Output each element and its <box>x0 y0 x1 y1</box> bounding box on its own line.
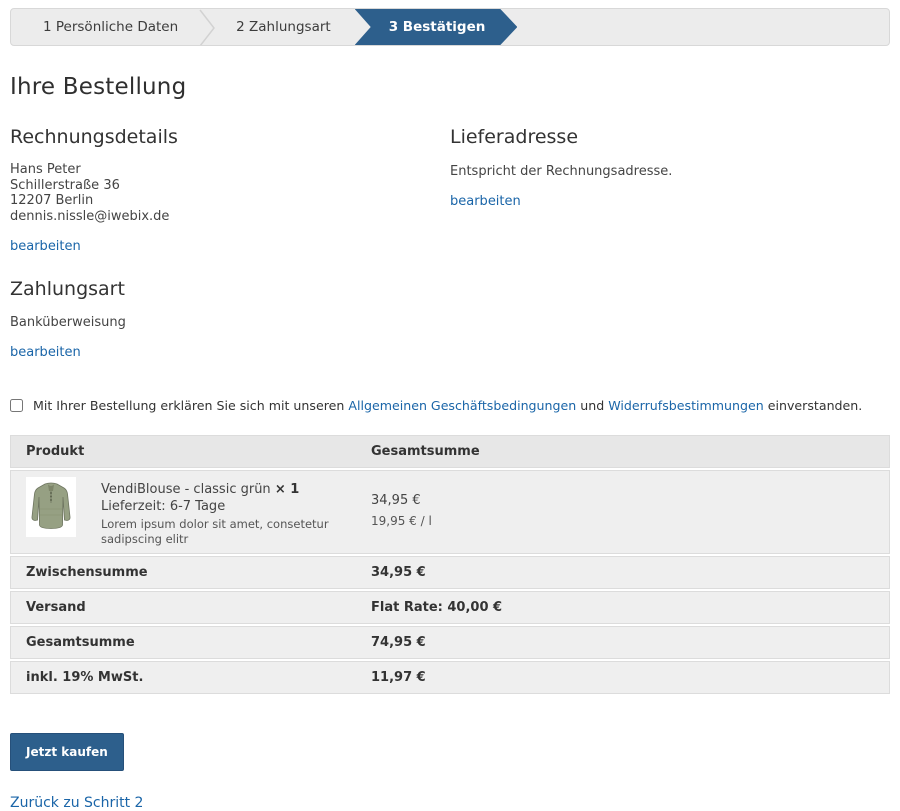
vat-label: inkl. 19% MwSt. <box>11 662 371 693</box>
terms-row: Mit Ihrer Bestellung erklären Sie sich m… <box>10 398 890 414</box>
billing-city: 12207 Berlin <box>10 193 450 209</box>
vat-value: 11,97 € <box>371 662 889 693</box>
step-confirm-active[interactable]: 3 Bestätigen <box>355 9 518 45</box>
withdrawal-link[interactable]: Widerrufsbestimmungen <box>608 398 764 413</box>
terms-text-middle: und <box>580 398 604 413</box>
actions-area: Jetzt kaufen Zurück zu Schritt 2 <box>10 696 890 811</box>
shipping-title: Lieferadresse <box>450 126 890 148</box>
subtotal-row: Zwischensumme 34,95 € <box>10 556 890 589</box>
product-name: VendiBlouse - classic grün <box>101 482 271 497</box>
shipping-edit-link[interactable]: bearbeiten <box>450 194 521 209</box>
step-separator-icon <box>198 9 216 46</box>
buy-now-button[interactable]: Jetzt kaufen <box>10 733 124 771</box>
product-info: VendiBlouse - classic grün × 1 Lieferzei… <box>101 477 371 547</box>
payment-edit-link[interactable]: bearbeiten <box>10 345 81 360</box>
shipping-cost-value: Flat Rate: 40,00 € <box>371 592 889 623</box>
subtotal-label: Zwischensumme <box>11 557 371 588</box>
product-row: VendiBlouse - classic grün × 1 Lieferzei… <box>10 470 890 554</box>
checkout-steps: 1 Persönliche Daten 2 Zahlungsart 3 Best… <box>10 8 890 46</box>
product-unit-price: 19,95 € / l <box>371 514 889 528</box>
payment-section: Zahlungsart Banküberweisung bearbeiten <box>10 278 890 360</box>
product-description: Lorem ipsum dolor sit amet, consetetur s… <box>101 517 371 547</box>
product-price: 34,95 € <box>371 493 889 508</box>
shipping-note: Entspricht der Rechnungsadresse. <box>450 164 890 179</box>
terms-text-before: Mit Ihrer Bestellung erklären Sie sich m… <box>33 398 344 413</box>
billing-address: Hans Peter Schillerstraße 36 12207 Berli… <box>10 162 450 224</box>
checkout-page: 1 Persönliche Daten 2 Zahlungsart 3 Best… <box>0 0 900 811</box>
step-payment[interactable]: 2 Zahlungsart <box>216 9 351 45</box>
back-to-step-2-link[interactable]: Zurück zu Schritt 2 <box>10 795 143 811</box>
address-columns: Rechnungsdetails Hans Peter Schillerstra… <box>10 126 890 254</box>
billing-title: Rechnungsdetails <box>10 126 450 148</box>
product-thumbnail <box>26 477 76 537</box>
billing-email: dennis.nissle@iwebix.de <box>10 209 450 225</box>
terms-text: Mit Ihrer Bestellung erklären Sie sich m… <box>33 398 862 414</box>
column-header-total: Gesamtsumme <box>371 436 889 467</box>
shipping-section: Lieferadresse Entspricht der Rechnungsad… <box>450 126 890 254</box>
terms-text-after: einverstanden. <box>768 398 863 413</box>
page-title: Ihre Bestellung <box>10 74 890 100</box>
grand-total-label: Gesamtsumme <box>11 627 371 658</box>
subtotal-value: 34,95 € <box>371 557 889 588</box>
vat-row: inkl. 19% MwSt. 11,97 € <box>10 661 890 694</box>
billing-street: Schillerstraße 36 <box>10 178 450 194</box>
payment-method: Banküberweisung <box>10 315 890 330</box>
order-summary-table: Produkt Gesamtsumme <box>10 435 890 694</box>
product-price-cell: 34,95 € 19,95 € / l <box>371 471 889 553</box>
product-quantity: × 1 <box>275 482 299 497</box>
product-name-line: VendiBlouse - classic grün × 1 <box>101 481 371 498</box>
payment-title: Zahlungsart <box>10 278 890 300</box>
terms-conditions-link[interactable]: Allgemeinen Geschäftsbedingungen <box>348 398 576 413</box>
billing-edit-link[interactable]: bearbeiten <box>10 239 81 254</box>
grand-total-value: 74,95 € <box>371 627 889 658</box>
shipping-cost-row: Versand Flat Rate: 40,00 € <box>10 591 890 624</box>
grand-total-row: Gesamtsumme 74,95 € <box>10 626 890 659</box>
shipping-cost-label: Versand <box>11 592 371 623</box>
terms-checkbox[interactable] <box>10 399 23 412</box>
billing-section: Rechnungsdetails Hans Peter Schillerstra… <box>10 126 450 254</box>
step-personal-data[interactable]: 1 Persönliche Daten <box>23 9 198 45</box>
table-header-row: Produkt Gesamtsumme <box>10 435 890 468</box>
column-header-product: Produkt <box>11 436 371 467</box>
product-delivery-time: Lieferzeit: 6-7 Tage <box>101 498 371 515</box>
billing-name: Hans Peter <box>10 162 450 178</box>
green-blouse-image <box>31 481 71 533</box>
